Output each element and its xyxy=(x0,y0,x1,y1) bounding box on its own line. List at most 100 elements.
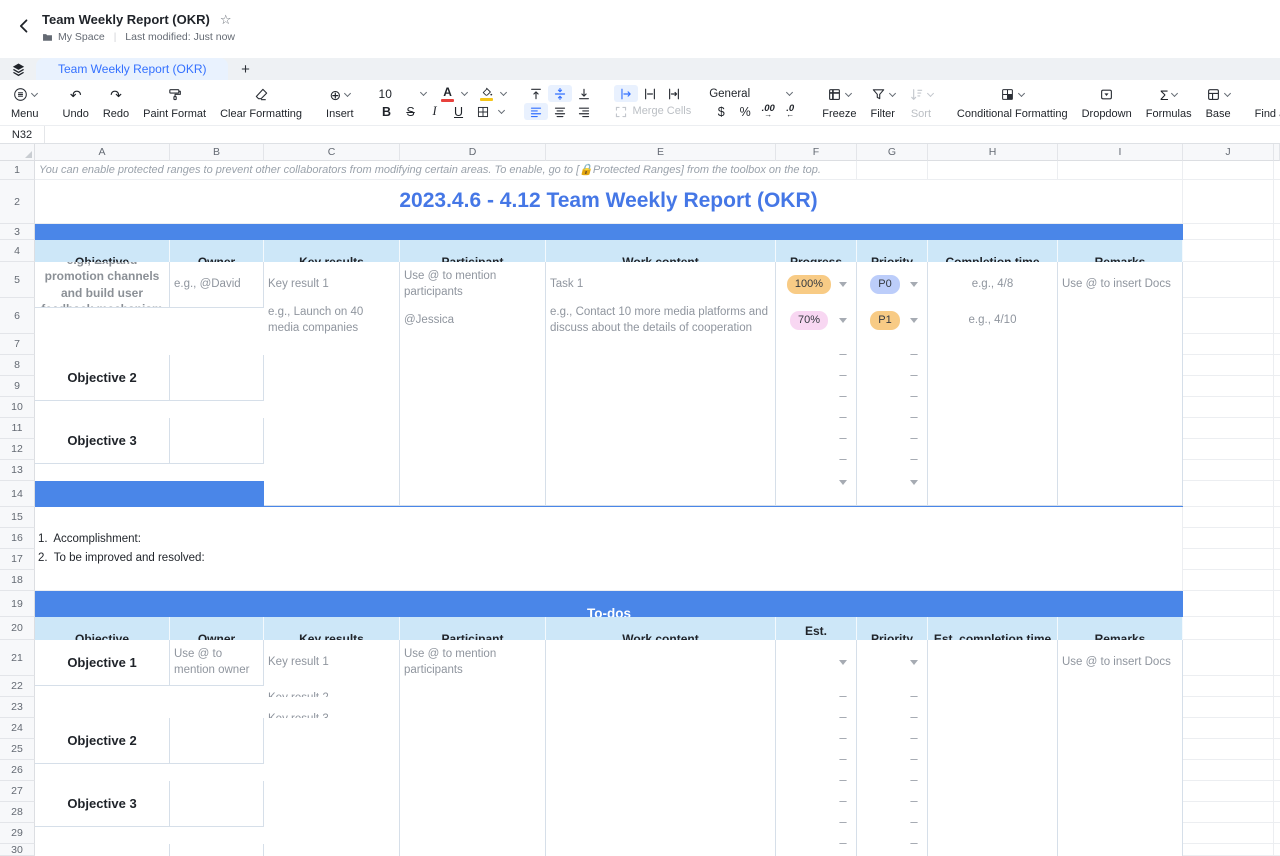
conditional-formatting-button[interactable]: Conditional Formatting xyxy=(950,80,1075,125)
cell-B5[interactable]: e.g., @David xyxy=(170,262,264,308)
column-header-A[interactable]: A xyxy=(35,144,170,161)
merge-cells-button[interactable]: Merge Cells xyxy=(614,103,692,120)
cell-K21[interactable] xyxy=(1274,640,1280,676)
font-size-select[interactable]: 10 xyxy=(375,87,417,101)
base-button[interactable]: Base xyxy=(1199,80,1238,125)
cell-K11[interactable] xyxy=(1274,418,1280,439)
doc-location[interactable]: My Space xyxy=(58,31,105,43)
cell-I13[interactable] xyxy=(1058,460,1183,506)
row-header-30[interactable]: 30 xyxy=(0,844,35,856)
cell-F13[interactable] xyxy=(776,460,857,506)
row-header-24[interactable]: 24 xyxy=(0,718,35,739)
row-header-14[interactable]: 14 xyxy=(0,481,35,507)
cell-K6[interactable] xyxy=(1274,298,1280,334)
sort-button[interactable]: Sort xyxy=(902,80,940,125)
find-replace-button[interactable]: Find and Replace xyxy=(1248,80,1280,125)
row-header-9[interactable]: 9 xyxy=(0,376,35,397)
cell-K25[interactable] xyxy=(1274,739,1280,760)
cell-G1[interactable] xyxy=(857,161,928,180)
menu-button[interactable]: Menu xyxy=(4,80,46,125)
clear-formatting-button[interactable]: Clear Formatting xyxy=(213,80,309,125)
cell-K18[interactable] xyxy=(1274,570,1280,591)
text-overflow-button[interactable] xyxy=(638,85,662,102)
cell-J1[interactable] xyxy=(1183,161,1274,180)
row-header-12[interactable]: 12 xyxy=(0,439,35,460)
cell-J20[interactable] xyxy=(1183,617,1274,640)
column-header-J[interactable]: J xyxy=(1183,144,1274,161)
cell-J30[interactable] xyxy=(1183,844,1274,856)
cell-J12[interactable] xyxy=(1183,439,1274,460)
column-header-C[interactable]: C xyxy=(264,144,400,161)
column-header-partial[interactable] xyxy=(1274,144,1280,161)
cell-J25[interactable] xyxy=(1183,739,1274,760)
cell-H13[interactable] xyxy=(928,460,1058,506)
cell-K17[interactable] xyxy=(1274,549,1280,570)
cell-C13[interactable] xyxy=(264,460,400,506)
cell-K20[interactable] xyxy=(1274,617,1280,640)
cell-K7[interactable] xyxy=(1274,334,1280,355)
cell-A27[interactable]: Objective 3 xyxy=(35,781,170,827)
currency-button[interactable]: $ xyxy=(709,103,733,120)
cell-J17[interactable] xyxy=(1183,549,1274,570)
cell-J4[interactable] xyxy=(1183,240,1274,262)
cell-E13[interactable] xyxy=(546,460,776,506)
cell-J26[interactable] xyxy=(1183,760,1274,781)
cell-B27[interactable] xyxy=(170,781,264,827)
cell-K10[interactable] xyxy=(1274,397,1280,418)
cell-I1[interactable] xyxy=(1058,161,1183,180)
align-middle-button[interactable] xyxy=(548,85,572,102)
cell-A15[interactable]: 1. Accomplishment: 2. To be improved and… xyxy=(35,507,1183,591)
align-left-button[interactable] xyxy=(524,103,548,120)
column-header-B[interactable]: B xyxy=(170,144,264,161)
cell-K8[interactable] xyxy=(1274,355,1280,376)
cell-K16[interactable] xyxy=(1274,528,1280,549)
cell-J6[interactable] xyxy=(1183,298,1274,334)
cell-A21[interactable]: Objective 1 xyxy=(35,640,170,686)
redo-button[interactable]: ↷ Redo xyxy=(96,80,136,125)
cell-K4[interactable] xyxy=(1274,240,1280,262)
align-top-button[interactable] xyxy=(524,85,548,102)
row-header-1[interactable]: 1 xyxy=(0,161,35,180)
align-center-button[interactable] xyxy=(548,103,572,120)
cell-K5[interactable] xyxy=(1274,262,1280,298)
row-header-18[interactable]: 18 xyxy=(0,570,35,591)
cell-J21[interactable] xyxy=(1183,640,1274,676)
cell-A2[interactable]: 2023.4.6 - 4.12 Team Weekly Report (OKR) xyxy=(35,180,1183,224)
cell-K29[interactable] xyxy=(1274,823,1280,844)
cell-B21[interactable]: Use @ to mention owner xyxy=(170,640,264,686)
row-header-17[interactable]: 17 xyxy=(0,549,35,570)
row-header-23[interactable]: 23 xyxy=(0,697,35,718)
text-clip-button[interactable] xyxy=(662,85,686,102)
cell-H1[interactable] xyxy=(928,161,1058,180)
cell-J28[interactable] xyxy=(1183,802,1274,823)
text-color-button[interactable]: A xyxy=(438,86,458,102)
percent-button[interactable]: % xyxy=(733,103,757,120)
number-format-select[interactable]: General xyxy=(709,85,801,102)
back-button[interactable] xyxy=(12,14,36,38)
cell-A5[interactable]: e.g., Expand promotion channels and buil… xyxy=(35,262,170,308)
decrease-decimal-button[interactable]: .0← xyxy=(779,105,801,119)
cell-K1[interactable] xyxy=(1274,161,1280,180)
row-header-4[interactable]: 4 xyxy=(0,240,35,262)
cell-J13[interactable] xyxy=(1183,460,1274,481)
formula-input[interactable] xyxy=(45,126,1280,143)
sheet-list-button[interactable] xyxy=(0,58,36,80)
fill-color-button[interactable] xyxy=(477,87,497,101)
cell-K9[interactable] xyxy=(1274,376,1280,397)
row-header-11[interactable]: 11 xyxy=(0,418,35,439)
cell-B11[interactable] xyxy=(170,418,264,464)
cell-D30[interactable] xyxy=(400,844,546,856)
cell-H30[interactable] xyxy=(928,844,1058,856)
cell-D13[interactable] xyxy=(400,460,546,506)
align-bottom-button[interactable] xyxy=(572,85,596,102)
cell-J19[interactable] xyxy=(1183,591,1274,617)
row-header-19[interactable]: 19 xyxy=(0,591,35,617)
cell-K12[interactable] xyxy=(1274,439,1280,460)
row-header-2[interactable]: 2 xyxy=(0,180,35,224)
cell-G13[interactable] xyxy=(857,460,928,506)
cell-K30[interactable] xyxy=(1274,844,1280,856)
cell-K22[interactable] xyxy=(1274,676,1280,697)
cell-K28[interactable] xyxy=(1274,802,1280,823)
name-box[interactable]: N32 xyxy=(0,126,45,143)
cell-K13[interactable] xyxy=(1274,460,1280,481)
